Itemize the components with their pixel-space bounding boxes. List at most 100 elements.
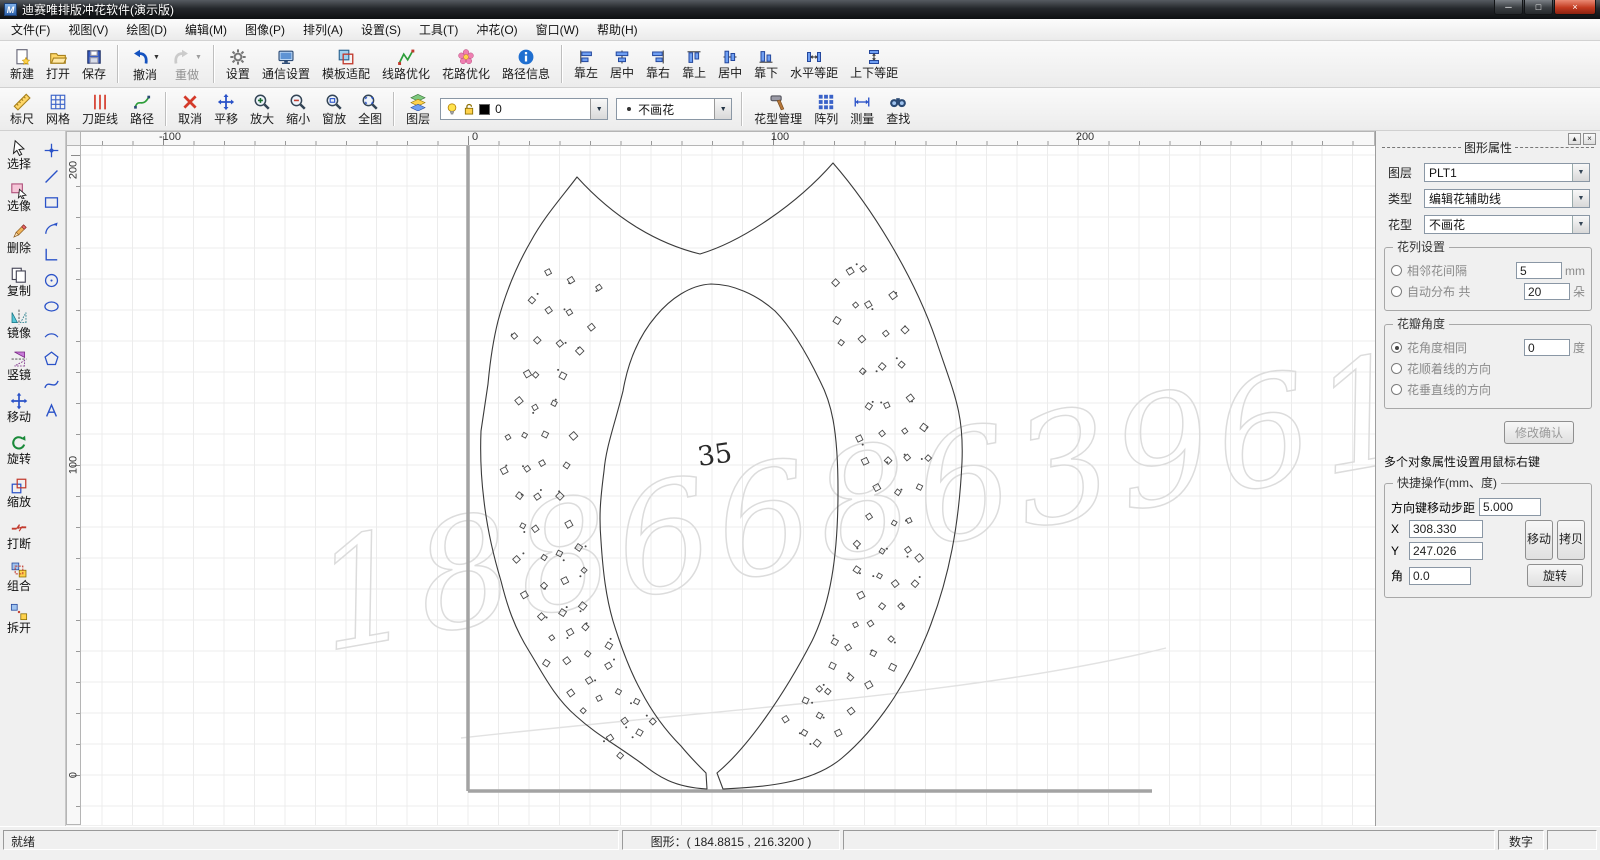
scale-tool-button[interactable]: 缩放 xyxy=(7,477,31,509)
radio-adjacent-interval[interactable] xyxy=(1391,265,1402,276)
minimize-button[interactable]: ─ xyxy=(1494,0,1523,15)
radio-perpendicular[interactable] xyxy=(1391,384,1402,395)
break-tool-button[interactable]: 打断 xyxy=(7,519,31,551)
open-button[interactable]: 打开 xyxy=(40,45,76,83)
auto-count-input[interactable] xyxy=(1524,283,1570,300)
close-button[interactable]: × xyxy=(1554,0,1596,15)
template-button[interactable]: 模板适配 xyxy=(316,45,376,83)
menu-item-1[interactable]: 文件(F) xyxy=(2,18,59,41)
layers-button[interactable]: 图层 xyxy=(400,90,436,128)
vspace-button[interactable]: 上下等距 xyxy=(844,46,904,82)
petal-angle-input[interactable] xyxy=(1524,339,1570,356)
panel-pin-button[interactable]: ▴ xyxy=(1568,133,1581,145)
arcarrow-tool-button[interactable] xyxy=(41,217,63,239)
cursor-tool-button[interactable]: 选择 xyxy=(7,139,31,171)
ruler-button[interactable]: 标尺 xyxy=(4,90,40,128)
circle-tool-button[interactable] xyxy=(41,269,63,291)
menu-item-10[interactable]: 窗口(W) xyxy=(527,18,588,41)
line-tool-button[interactable] xyxy=(41,165,63,187)
measure-button[interactable]: 测量 xyxy=(844,90,880,128)
copy-tool-button[interactable]: 复制 xyxy=(7,266,31,298)
hspace-button[interactable]: 水平等距 xyxy=(784,46,844,82)
menu-item-2[interactable]: 视图(V) xyxy=(59,18,117,41)
zoomwin-button[interactable]: 窗放 xyxy=(316,90,352,128)
gear-button[interactable]: 设置 xyxy=(220,45,256,83)
mirror-v-tool-button[interactable]: 竖镜 xyxy=(7,350,31,382)
corner-tool-button[interactable] xyxy=(41,243,63,265)
menu-item-8[interactable]: 工具(T) xyxy=(410,18,467,41)
pan-button[interactable]: 平移 xyxy=(208,90,244,128)
radio-same-angle[interactable] xyxy=(1391,342,1402,353)
menu-item-6[interactable]: 排列(A) xyxy=(294,18,352,41)
menu-item-4[interactable]: 编辑(M) xyxy=(176,18,236,41)
chevron-down-icon[interactable]: ▼ xyxy=(590,99,607,119)
menu-item-11[interactable]: 帮助(H) xyxy=(588,18,647,41)
move-button[interactable]: 移动 xyxy=(1525,520,1553,560)
zoomout-button[interactable]: 缩小 xyxy=(280,90,316,128)
step-input[interactable] xyxy=(1479,498,1541,516)
arc-tool-button[interactable] xyxy=(41,321,63,343)
chevron-down-icon[interactable]: ▼ xyxy=(153,54,160,61)
chevron-down-icon[interactable]: ▼ xyxy=(1572,216,1589,233)
save-button[interactable]: 保存 xyxy=(76,45,112,83)
lineopt-button[interactable]: 线路优化 xyxy=(376,45,436,83)
drawing-canvas[interactable]: 1886686396135 xyxy=(81,146,1375,825)
selimg-tool-button[interactable]: 选像 xyxy=(7,181,31,213)
y-input[interactable] xyxy=(1409,542,1483,560)
move-tool-button[interactable]: 移动 xyxy=(7,392,31,424)
align-left-button[interactable]: 靠左 xyxy=(568,46,604,82)
menu-item-9[interactable]: 冲花(O) xyxy=(467,18,526,41)
menu-item-5[interactable]: 图像(P) xyxy=(236,18,294,41)
text-tool-button[interactable] xyxy=(41,399,63,421)
menu-item-7[interactable]: 设置(S) xyxy=(352,18,410,41)
resize-grip[interactable] xyxy=(1547,830,1597,850)
undo-button[interactable]: ▼撤消 xyxy=(124,44,166,84)
rect-tool-button[interactable] xyxy=(41,191,63,213)
erase-tool-button[interactable]: 删除 xyxy=(7,223,31,255)
info-button[interactable]: 路径信息 xyxy=(496,45,556,83)
maximize-button[interactable]: □ xyxy=(1524,0,1553,15)
menu-item-3[interactable]: 绘图(D) xyxy=(117,18,176,41)
chevron-down-icon[interactable]: ▼ xyxy=(195,54,202,61)
x-input[interactable] xyxy=(1409,520,1483,538)
rotate-tool-button[interactable]: 旋转 xyxy=(7,434,31,466)
type-select[interactable]: 编辑花辅助线 ▼ xyxy=(1424,189,1590,208)
copy-button[interactable]: 拷贝 xyxy=(1557,520,1585,560)
array-button[interactable]: 阵列 xyxy=(808,90,844,128)
curve-tool-button[interactable] xyxy=(41,373,63,395)
radio-auto-distribute[interactable] xyxy=(1391,286,1402,297)
chevron-down-icon[interactable]: ▼ xyxy=(1572,164,1589,181)
grid-button[interactable]: 网格 xyxy=(40,90,76,128)
align-bottom-button[interactable]: 靠下 xyxy=(748,46,784,82)
pathic-button[interactable]: 路径 xyxy=(124,90,160,128)
ungroup-tool-button[interactable]: 拆开 xyxy=(7,603,31,635)
hammer-button[interactable]: 花型管理 xyxy=(748,90,808,128)
cancel-button[interactable]: 取消 xyxy=(172,90,208,128)
crosshair-tool-button[interactable] xyxy=(41,139,63,161)
radio-along-line[interactable] xyxy=(1391,363,1402,374)
flowopt-button[interactable]: 花路优化 xyxy=(436,45,496,83)
angle-value-input[interactable] xyxy=(1409,567,1471,585)
rotate-button[interactable]: 旋转 xyxy=(1527,564,1583,587)
knife-button[interactable]: 刀距线 xyxy=(76,90,124,128)
ellipse-tool-button[interactable] xyxy=(41,295,63,317)
zoomall-button[interactable]: 全图 xyxy=(352,90,388,128)
flower-type-select[interactable]: 不画花 ▼ xyxy=(1424,215,1590,234)
align-top-button[interactable]: 靠上 xyxy=(676,46,712,82)
zoomin-button[interactable]: 放大 xyxy=(244,90,280,128)
interval-input[interactable] xyxy=(1516,262,1562,279)
flower-pattern-combo[interactable]: 不画花▼ xyxy=(616,98,732,120)
chevron-down-icon[interactable]: ▼ xyxy=(1572,190,1589,207)
layer-visibility-combo[interactable]: 0▼ xyxy=(440,98,608,120)
panel-close-icon[interactable]: × xyxy=(1583,133,1596,145)
chevron-down-icon[interactable]: ▼ xyxy=(714,99,731,119)
layer-select[interactable]: PLT1 ▼ xyxy=(1424,163,1590,182)
comm-button[interactable]: 通信设置 xyxy=(256,45,316,83)
pentagon-tool-button[interactable] xyxy=(41,347,63,369)
find-button[interactable]: 查找 xyxy=(880,90,916,128)
modify-confirm-button[interactable]: 修改确认 xyxy=(1504,421,1574,444)
align-vcenter-button[interactable]: 居中 xyxy=(712,46,748,82)
align-right-button[interactable]: 靠右 xyxy=(640,46,676,82)
new-button[interactable]: 新建 xyxy=(4,45,40,83)
mirror-h-tool-button[interactable]: 镜像 xyxy=(7,308,31,340)
